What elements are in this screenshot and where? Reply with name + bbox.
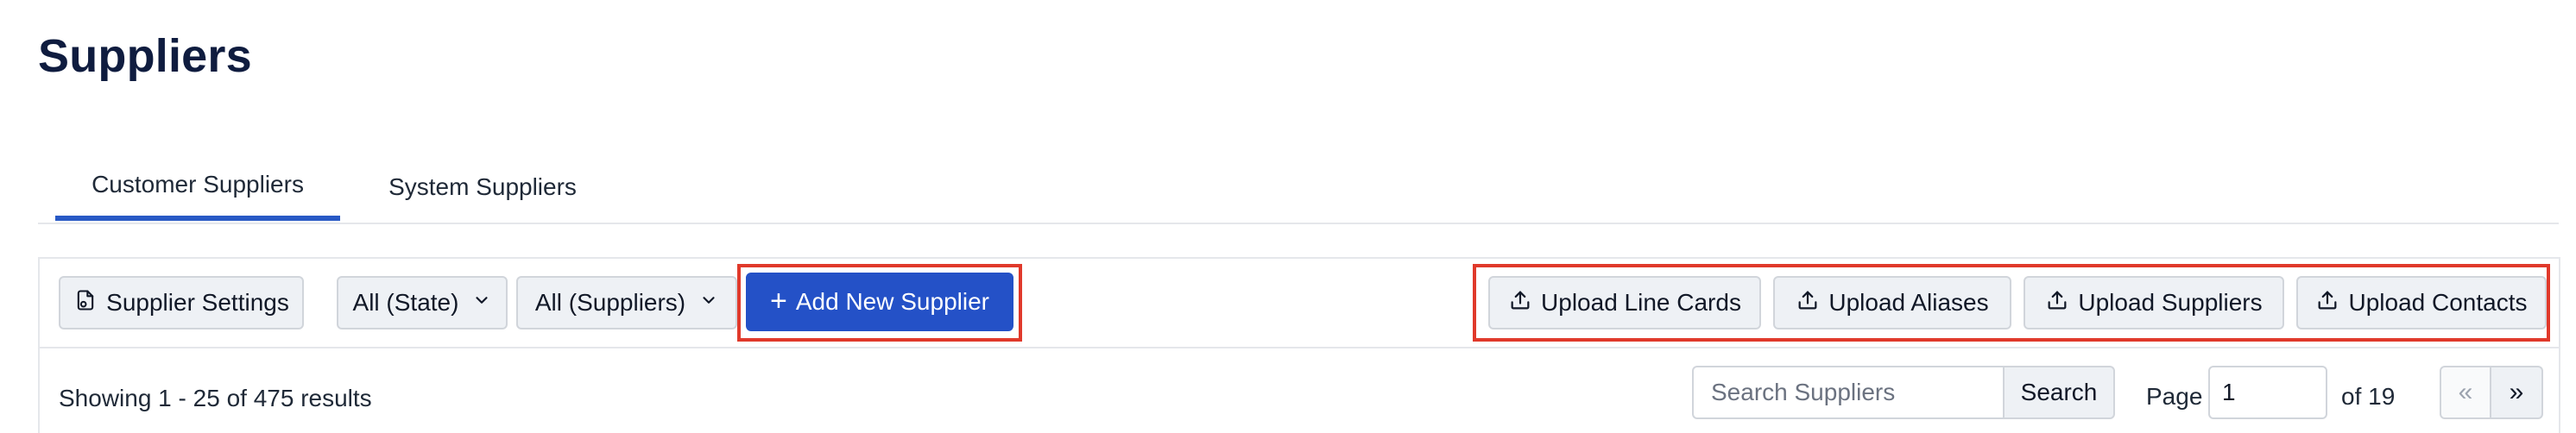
upload-icon: [2045, 288, 2069, 318]
chevron-down-icon: [472, 291, 491, 315]
upload-aliases-button[interactable]: Upload Aliases: [1773, 276, 2011, 329]
suppliers-page: Suppliers Customer Suppliers System Supp…: [0, 0, 2576, 433]
chevron-down-icon: [699, 291, 718, 315]
page-number-input[interactable]: [2208, 366, 2327, 419]
upload-icon: [1796, 288, 1820, 318]
state-filter-label: All (State): [352, 289, 459, 316]
supplier-filter-dropdown[interactable]: All (Suppliers): [516, 276, 737, 329]
upload-icon: [1508, 288, 1532, 318]
upload-icon: [2315, 288, 2339, 318]
search-button[interactable]: Search: [2003, 366, 2115, 419]
toolbar: Supplier Settings All (State) All (Suppl…: [40, 259, 2559, 348]
next-page-button[interactable]: »: [2491, 366, 2543, 419]
tab-customer-suppliers[interactable]: Customer Suppliers: [55, 154, 340, 221]
tab-bar: Customer Suppliers System Suppliers: [38, 154, 2559, 224]
state-filter-dropdown[interactable]: All (State): [337, 276, 508, 329]
supplier-settings-label: Supplier Settings: [106, 289, 289, 316]
add-new-supplier-button[interactable]: + Add New Supplier: [746, 273, 1013, 331]
previous-page-button[interactable]: «: [2440, 366, 2491, 419]
add-new-supplier-label: Add New Supplier: [795, 288, 989, 315]
upload-line-cards-label: Upload Line Cards: [1541, 289, 1741, 316]
gear-document-icon: [73, 288, 98, 318]
search-input[interactable]: [1692, 366, 2003, 419]
search-group: Search: [1692, 366, 2115, 419]
upload-line-cards-button[interactable]: Upload Line Cards: [1488, 276, 1761, 329]
upload-contacts-button[interactable]: Upload Contacts: [2296, 276, 2547, 329]
results-summary: Showing 1 - 25 of 475 results: [59, 385, 372, 411]
upload-aliases-label: Upload Aliases: [1828, 289, 1989, 316]
suppliers-panel: Supplier Settings All (State) All (Suppl…: [38, 257, 2560, 433]
tab-system-suppliers[interactable]: System Suppliers: [357, 154, 608, 221]
upload-suppliers-button[interactable]: Upload Suppliers: [2024, 276, 2284, 329]
page-title: Suppliers: [38, 30, 252, 82]
upload-suppliers-label: Upload Suppliers: [2078, 289, 2263, 316]
pagination-controls: « »: [2440, 366, 2543, 419]
supplier-filter-label: All (Suppliers): [534, 289, 686, 316]
supplier-settings-button[interactable]: Supplier Settings: [59, 276, 304, 329]
upload-contacts-label: Upload Contacts: [2348, 289, 2528, 316]
total-pages-label: of 19: [2341, 383, 2396, 410]
page-label: Page: [2146, 383, 2203, 410]
plus-icon: +: [770, 284, 787, 317]
